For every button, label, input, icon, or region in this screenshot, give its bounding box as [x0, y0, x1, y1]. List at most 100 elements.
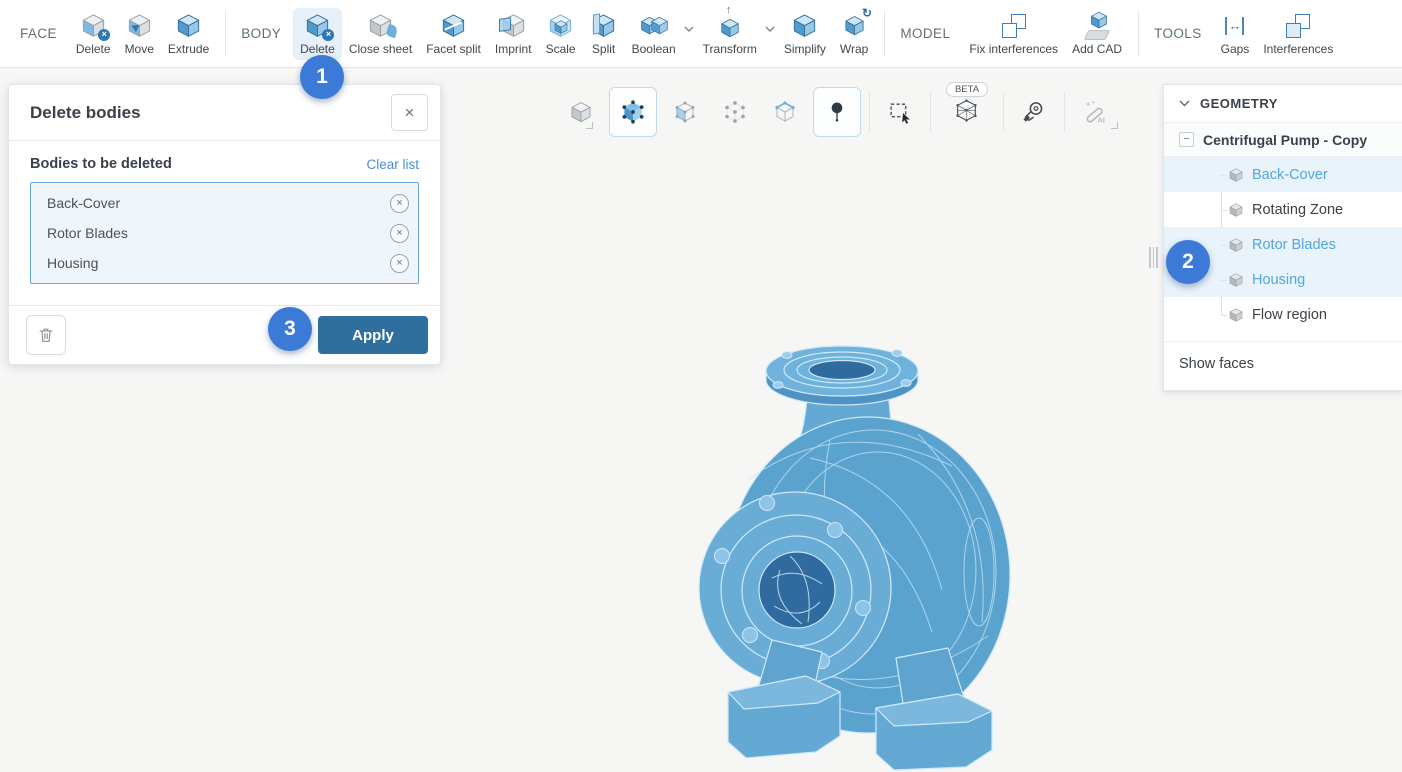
- close-button[interactable]: ×: [391, 94, 428, 131]
- box-select-icon: [888, 100, 913, 125]
- geometry-root-row[interactable]: − Centrifugal Pump - Copy: [1164, 123, 1402, 157]
- chevron-down-icon[interactable]: [765, 19, 775, 37]
- overlapping-squares-icon: [1284, 12, 1312, 40]
- select-vertex-icon: [723, 100, 747, 124]
- list-item: Rotor Blades ×: [40, 218, 409, 248]
- select-edge-button[interactable]: [763, 89, 807, 135]
- model-add-cad-button[interactable]: Add CAD: [1065, 8, 1129, 60]
- body-transform-button[interactable]: ↑ Transform: [696, 8, 764, 60]
- selection-mode-toolbar: BETA + + AI: [556, 82, 1120, 142]
- delete-operation-button[interactable]: [26, 315, 66, 355]
- geometry-panel-header[interactable]: GEOMETRY: [1164, 85, 1402, 123]
- gap-arrows-icon: ↔: [1221, 12, 1249, 40]
- body-cube-icon: [1228, 307, 1244, 323]
- mesh-lattice-icon: [954, 98, 979, 123]
- remove-item-icon[interactable]: ×: [390, 194, 409, 213]
- divider: [1064, 92, 1065, 132]
- panel-resize-handle[interactable]: [1149, 247, 1158, 268]
- ai-assistant-button[interactable]: + + AI: [1073, 89, 1117, 135]
- body-delete-button[interactable]: × Delete: [293, 8, 342, 60]
- show-faces-toggle[interactable]: Show faces: [1164, 341, 1402, 385]
- cube-scale-icon: [547, 12, 575, 40]
- clear-list-link[interactable]: Clear list: [366, 157, 419, 172]
- remove-item-icon[interactable]: ×: [390, 254, 409, 273]
- step-badge-3: 3: [268, 307, 312, 351]
- main-toolbar: FACE × Delete Move Extrude BODY × Delete…: [0, 0, 1402, 68]
- body-imprint-button[interactable]: Imprint: [488, 8, 539, 60]
- list-item: Back-Cover ×: [40, 188, 409, 218]
- tools-tool-group: ↔ Gaps Interferences: [1214, 8, 1341, 60]
- apply-button[interactable]: Apply: [318, 316, 428, 354]
- box-select-button[interactable]: [878, 89, 922, 135]
- select-face-icon: [673, 100, 697, 124]
- remove-item-icon[interactable]: ×: [390, 224, 409, 243]
- body-split-button[interactable]: Split: [583, 8, 625, 60]
- divider: [225, 11, 226, 57]
- dialog-title: Delete bodies: [30, 103, 141, 123]
- tree-item-back-cover[interactable]: Back-Cover: [1164, 157, 1402, 192]
- body-cube-icon: [1228, 167, 1244, 183]
- svg-text:+: +: [1091, 100, 1095, 106]
- flyout-corner-icon: [586, 122, 593, 129]
- cube-delete-icon: ×: [79, 12, 107, 40]
- body-facet-split-button[interactable]: Facet split: [419, 8, 488, 60]
- cube-move-icon: [125, 12, 153, 40]
- body-cube-icon: [1228, 202, 1244, 218]
- select-assembly-button[interactable]: [559, 89, 603, 135]
- chevron-down-icon[interactable]: [684, 19, 694, 37]
- step-badge-2: 2: [1166, 240, 1210, 284]
- cube-wrap-icon: ↻: [840, 12, 868, 40]
- cube-delete-icon: ×: [303, 12, 331, 40]
- probe-point-icon: [826, 100, 848, 124]
- section-label-body: BODY: [241, 26, 281, 41]
- body-boolean-button[interactable]: Boolean: [625, 8, 683, 60]
- measure-button[interactable]: [1012, 89, 1056, 135]
- tools-interferences-button[interactable]: Interferences: [1256, 8, 1340, 60]
- select-vertex-button[interactable]: [713, 89, 757, 135]
- chevron-down-icon: [1179, 100, 1190, 107]
- list-item: Housing ×: [40, 248, 409, 278]
- flyout-corner-icon: [1111, 122, 1118, 129]
- divider: [1138, 11, 1139, 57]
- select-body-icon: [620, 99, 646, 125]
- mesh-lattice-beta-button[interactable]: BETA: [939, 89, 995, 135]
- list-label: Bodies to be deleted: [30, 156, 172, 172]
- pump-3d-model[interactable]: [690, 340, 1012, 772]
- cube-simplify-icon: [791, 12, 819, 40]
- tools-gaps-button[interactable]: ↔ Gaps: [1214, 8, 1257, 60]
- face-extrude-button[interactable]: Extrude: [161, 8, 216, 60]
- select-body-button[interactable]: [609, 87, 657, 137]
- step-badge-1: 1: [300, 55, 344, 99]
- close-icon: ×: [405, 103, 415, 123]
- ai-wand-icon: + + AI: [1082, 99, 1109, 126]
- bodies-list: Back-Cover × Rotor Blades × Housing ×: [30, 182, 419, 284]
- body-scale-button[interactable]: Scale: [539, 8, 583, 60]
- model-tool-group: Fix interferences Add CAD: [962, 8, 1129, 60]
- geometry-panel: GEOMETRY − Centrifugal Pump - Copy Back-…: [1163, 84, 1402, 391]
- select-face-button[interactable]: [663, 89, 707, 135]
- model-fix-interferences-button[interactable]: Fix interferences: [962, 8, 1065, 60]
- section-label-tools: TOOLS: [1154, 26, 1202, 41]
- body-wrap-button[interactable]: ↻ Wrap: [833, 8, 875, 60]
- tree-item-flow-region[interactable]: Flow region: [1164, 297, 1402, 332]
- probe-point-button[interactable]: [813, 87, 861, 137]
- tree-item-rotating-zone[interactable]: Rotating Zone: [1164, 192, 1402, 227]
- face-move-button[interactable]: Move: [118, 8, 161, 60]
- body-simplify-button[interactable]: Simplify: [777, 8, 833, 60]
- cube-extrude-icon: [175, 12, 203, 40]
- body-tool-group: × Delete Close sheet Facet split Imprint…: [293, 8, 875, 60]
- overlapping-squares-icon: [1000, 12, 1028, 40]
- beta-badge: BETA: [946, 82, 988, 97]
- collapse-icon[interactable]: −: [1179, 132, 1194, 147]
- cube-imprint-icon: [499, 12, 527, 40]
- select-edge-icon: [773, 100, 797, 124]
- cube-transform-icon: ↑: [716, 12, 744, 40]
- delete-bodies-dialog: Delete bodies × Bodies to be deleted Cle…: [8, 84, 441, 365]
- body-close-sheet-button[interactable]: Close sheet: [342, 8, 419, 60]
- section-label-model: MODEL: [900, 26, 950, 41]
- body-cube-icon: [1228, 272, 1244, 288]
- face-tool-group: × Delete Move Extrude: [69, 8, 216, 60]
- divider: [869, 92, 870, 132]
- face-delete-button[interactable]: × Delete: [69, 8, 118, 60]
- select-assembly-icon: [569, 100, 593, 124]
